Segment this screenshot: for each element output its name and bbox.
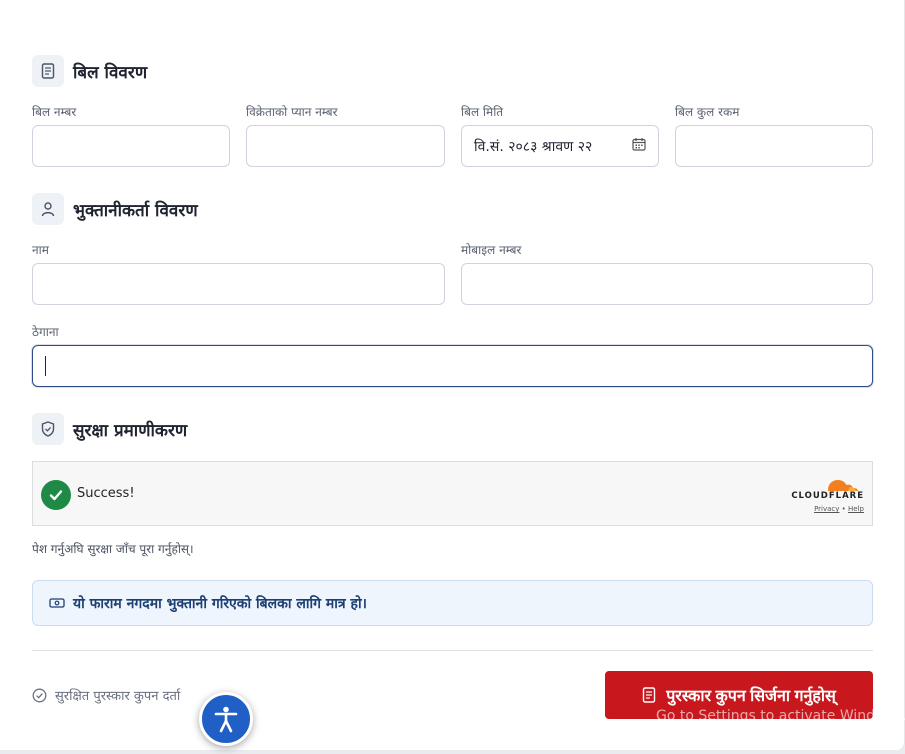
captcha-widget[interactable]: Success! CLOUDFLARE Privacy • Help [32,461,873,526]
info-notice: यो फाराम नगदमा भुक्तानी गरिएको बिलका लाग… [32,580,873,626]
footer-note: सुरक्षित पुरस्कार कुपन दर्ता [32,686,180,704]
document-icon [32,55,64,87]
bill-date-label: बिल मिति [461,105,504,119]
name-input[interactable] [32,263,445,305]
create-coupon-label: पुरस्कार कुपन सिर्जना गर्नुहोस् [666,688,836,705]
user-icon [32,193,64,225]
windows-activation-watermark: Go to Settings to activate Windows. [656,708,905,724]
help-link[interactable]: Help [848,505,864,513]
info-notice-text: यो फाराम नगदमा भुक्तानी गरिएको बिलका लाग… [73,595,367,612]
captcha-status: Success! [77,486,135,501]
cash-icon [49,594,65,613]
bill-total-label: बिल कुल रकम [675,105,740,119]
bill-number-input[interactable] [32,125,230,167]
section-title-payer: भुक्तानीकर्ता विवरण [73,200,198,221]
address-label: ठेगाना [32,325,59,339]
bill-number-label: बिल नम्बर [32,105,77,119]
calendar-icon[interactable] [632,137,646,155]
document-icon [642,687,656,703]
accessibility-icon [213,705,239,733]
cloudflare-brand: CLOUDFLARE [791,491,864,501]
section-header-payer: भुक्तानीकर्ता विवरण [32,193,198,225]
seller-pan-input[interactable] [246,125,445,167]
link-separator: • [841,505,846,513]
success-check-icon [41,480,71,510]
footer-divider [32,650,873,651]
section-header-bill: बिल विवरण [32,55,147,87]
bill-date-input[interactable]: वि.सं. २०८३ श्रावण २२ [461,125,659,167]
shield-check-icon [32,413,64,445]
footer-note-text: सुरक्षित पुरस्कार कुपन दर्ता [55,689,181,704]
accessibility-button[interactable] [199,692,253,746]
bill-date-value: वि.सं. २०८३ श्रावण २२ [474,138,593,155]
address-input[interactable] [32,345,873,387]
section-header-security: सुरक्षा प्रमाणीकरण [32,413,187,445]
mobile-label: मोबाइल नम्बर [461,243,522,257]
privacy-link[interactable]: Privacy [814,505,839,513]
name-label: नाम [32,243,49,257]
check-circle-icon [32,688,47,703]
section-title-bill: बिल विवरण [73,62,148,83]
mobile-input[interactable] [461,263,873,305]
captcha-links: Privacy • Help [814,505,864,513]
security-hint: पेश गर्नुअघि सुरक्षा जाँच पूरा गर्नुहोस्… [32,542,194,556]
seller-pan-label: विक्रेताको प्यान नम्बर [246,105,338,119]
section-title-security: सुरक्षा प्रमाणीकरण [73,420,188,441]
form-card: बिल विवरण बिल नम्बर विक्रेताको प्यान नम्… [0,0,905,750]
text-cursor [45,356,46,376]
bill-total-input[interactable] [675,125,873,167]
